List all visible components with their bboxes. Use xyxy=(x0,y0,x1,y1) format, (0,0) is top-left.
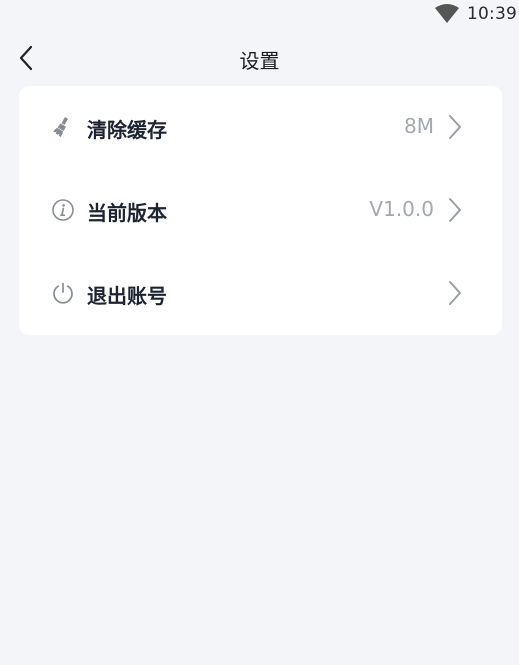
settings-item-label: 当前版本 xyxy=(87,201,167,225)
version-value: V1.0.0 xyxy=(369,197,434,221)
chevron-right-icon xyxy=(449,198,461,222)
power-icon xyxy=(51,281,75,305)
chevron-right-icon xyxy=(449,281,461,305)
info-icon xyxy=(51,198,75,222)
wifi-icon xyxy=(435,4,459,23)
chevron-right-icon xyxy=(449,115,461,139)
broom-icon xyxy=(51,115,75,139)
status-time: 10:39 xyxy=(467,4,517,24)
settings-item-clear-cache[interactable]: 清除缓存 8M xyxy=(19,86,502,169)
settings-item-logout[interactable]: 退出账号 xyxy=(19,252,502,335)
page-title: 设置 xyxy=(239,49,280,73)
settings-item-version[interactable]: 当前版本 V1.0.0 xyxy=(19,169,502,252)
settings-item-label: 退出账号 xyxy=(87,284,167,308)
cache-size-value: 8M xyxy=(404,114,434,138)
nav-bar: 设置 xyxy=(0,36,519,80)
status-bar: 10:39 xyxy=(0,0,519,30)
settings-item-label: 清除缓存 xyxy=(87,118,167,142)
settings-card: 清除缓存 8M 当前版本 V1.0.0 退出账号 xyxy=(19,86,502,335)
